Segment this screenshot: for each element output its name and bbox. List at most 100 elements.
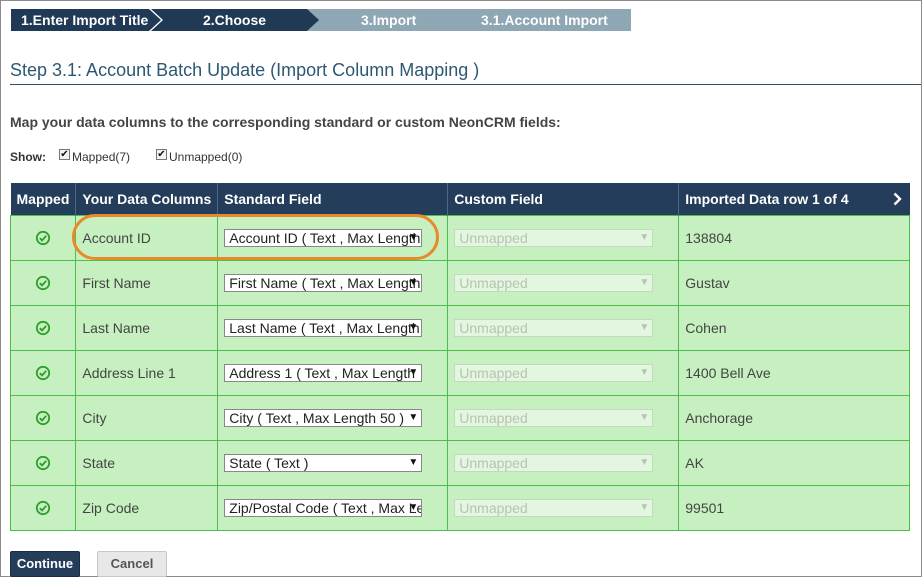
data-column-name: State — [75, 439, 219, 486]
custom-field-select: Unmapped ▼ — [454, 363, 654, 382]
dropdown-arrow-icon: ▼ — [408, 456, 419, 468]
data-column-name: City — [75, 394, 219, 441]
table-row: City City ( Text , Max Length 50 ) ▼ Unmapp… — [9, 394, 910, 441]
custom-field-select: Unmapped ▼ — [454, 498, 654, 517]
standard-field-cell: Account ID ( Text , Max Length ▼ — [217, 214, 449, 261]
data-column-name: Zip Code — [75, 484, 219, 531]
custom-field-cell: Unmapped ▼ — [447, 484, 680, 531]
table-row: Last Name Last Name ( Text , Max Length ▼ U… — [9, 304, 910, 351]
unmapped-checkbox[interactable]: ✔ — [156, 149, 167, 160]
mapped-cell — [9, 484, 77, 531]
mapped-checkbox[interactable]: ✔ — [59, 149, 70, 160]
show-label: Show: — [10, 150, 46, 164]
dropdown-arrow-icon: ▼ — [639, 456, 650, 468]
custom-field-select: Unmapped ▼ — [454, 228, 654, 247]
standard-field-select[interactable]: Address 1 ( Text , Max Length ▼ — [224, 363, 423, 382]
standard-field-select[interactable]: Zip/Postal Code ( Text , Max Le ▼ — [224, 498, 423, 517]
dropdown-arrow-icon: ▼ — [639, 366, 650, 378]
mapped-cell — [9, 259, 77, 306]
imported-value: AK — [678, 439, 910, 486]
imported-value: Gustav — [678, 259, 910, 306]
dropdown-arrow-icon: ▼ — [408, 276, 419, 288]
unmapped-checkbox-label[interactable]: Unmapped(0) — [169, 150, 242, 164]
standard-field-select[interactable]: City ( Text , Max Length 50 ) ▼ — [224, 408, 423, 427]
check-circle-icon — [36, 321, 51, 336]
custom-field-cell: Unmapped ▼ — [447, 394, 680, 441]
dropdown-arrow-icon: ▼ — [639, 321, 650, 333]
custom-field-select: Unmapped ▼ — [454, 453, 654, 472]
standard-field-select[interactable]: Account ID ( Text , Max Length ▼ — [224, 228, 423, 247]
dropdown-arrow-icon: ▼ — [639, 276, 650, 288]
title-divider — [10, 84, 921, 85]
imported-value: 1400 Bell Ave — [678, 349, 910, 396]
custom-field-cell: Unmapped ▼ — [447, 259, 680, 306]
standard-field-cell: City ( Text , Max Length 50 ) ▼ — [217, 394, 449, 441]
custom-field-value: Unmapped — [459, 319, 528, 336]
standard-field-value: First Name ( Text , Max Length — [229, 274, 421, 291]
standard-field-cell: Last Name ( Text , Max Length ▼ — [217, 304, 449, 351]
mapping-table: Mapped Your Data Columns Standard Field … — [9, 183, 910, 531]
header-data-columns: Your Data Columns — [75, 183, 219, 215]
custom-field-value: Unmapped — [459, 229, 528, 246]
data-column-name: Last Name — [75, 304, 219, 351]
data-column-name: First Name — [75, 259, 219, 306]
custom-field-value: Unmapped — [459, 364, 528, 381]
wizard-step-choose[interactable]: 2.Choose — [151, 9, 321, 31]
custom-field-value: Unmapped — [459, 274, 528, 291]
custom-field-select: Unmapped ▼ — [454, 408, 654, 427]
dropdown-arrow-icon: ▼ — [408, 231, 419, 243]
standard-field-select[interactable]: State ( Text ) ▼ — [224, 453, 423, 472]
check-circle-icon — [36, 501, 51, 516]
custom-field-value: Unmapped — [459, 454, 528, 471]
mapped-cell — [9, 304, 77, 351]
cancel-button[interactable]: Cancel — [97, 551, 167, 577]
standard-field-select[interactable]: First Name ( Text , Max Length ▼ — [224, 273, 423, 292]
continue-button[interactable]: Continue — [10, 551, 80, 577]
imported-row-label: Imported Data row 1 of 4 — [685, 190, 849, 207]
check-circle-icon — [36, 276, 51, 291]
header-standard-field: Standard Field — [217, 183, 449, 215]
standard-field-cell: First Name ( Text , Max Length ▼ — [217, 259, 449, 306]
dropdown-arrow-icon: ▼ — [408, 321, 419, 333]
header-custom-field: Custom Field — [447, 183, 680, 215]
mapped-checkbox-label[interactable]: Mapped(7) — [72, 150, 130, 164]
table-row: Address Line 1 Address 1 ( Text , Max Len… — [9, 349, 910, 396]
standard-field-cell: Address 1 ( Text , Max Length ▼ — [217, 349, 449, 396]
custom-field-cell: Unmapped ▼ — [447, 214, 680, 261]
dropdown-arrow-icon: ▼ — [408, 411, 419, 423]
standard-field-value: State ( Text ) — [229, 454, 309, 471]
header-imported-row: Imported Data row 1 of 4 — [678, 183, 910, 215]
mapped-cell — [9, 394, 77, 441]
custom-field-select: Unmapped ▼ — [454, 273, 654, 292]
custom-field-select: Unmapped ▼ — [454, 318, 654, 337]
standard-field-cell: State ( Text ) ▼ — [217, 439, 449, 486]
check-circle-icon — [36, 456, 51, 471]
wizard-step-account-import: 3.1.Account Import — [463, 9, 631, 31]
standard-field-value: Zip/Postal Code ( Text , Max Le — [229, 499, 423, 516]
wizard-step-import: 3.Import — [307, 9, 477, 31]
standard-field-value: Account ID ( Text , Max Length — [229, 229, 421, 246]
imported-value: 99501 — [678, 484, 910, 531]
data-column-name: Address Line 1 — [75, 349, 219, 396]
mapped-cell — [9, 439, 77, 486]
dropdown-arrow-icon: ▼ — [639, 231, 650, 243]
dropdown-arrow-icon: ▼ — [408, 366, 419, 378]
imported-value: Anchorage — [678, 394, 910, 441]
standard-field-value: Last Name ( Text , Max Length — [229, 319, 420, 336]
standard-field-value: Address 1 ( Text , Max Length — [229, 364, 415, 381]
table-row: Account ID Account ID ( Text , Max Length… — [9, 214, 910, 261]
table-row: Zip Code Zip/Postal Code ( Text , Max Le ▼… — [9, 484, 910, 531]
chevron-right-icon[interactable] — [893, 192, 902, 206]
wizard-step-enter-title[interactable]: 1.Enter Import Title — [11, 9, 161, 31]
table-row: State State ( Text ) ▼ Unmapped ▼ AK — [9, 439, 910, 486]
header-mapped: Mapped — [10, 183, 77, 215]
standard-field-select[interactable]: Last Name ( Text , Max Length ▼ — [224, 318, 423, 337]
standard-field-value: City ( Text , Max Length 50 ) — [229, 409, 405, 426]
custom-field-value: Unmapped — [459, 409, 528, 426]
custom-field-cell: Unmapped ▼ — [447, 304, 680, 351]
instructions: Map your data columns to the correspondi… — [10, 114, 561, 130]
custom-field-cell: Unmapped ▼ — [447, 439, 680, 486]
dropdown-arrow-icon: ▼ — [408, 501, 419, 513]
custom-field-cell: Unmapped ▼ — [447, 349, 680, 396]
imported-value: 138804 — [678, 214, 910, 261]
